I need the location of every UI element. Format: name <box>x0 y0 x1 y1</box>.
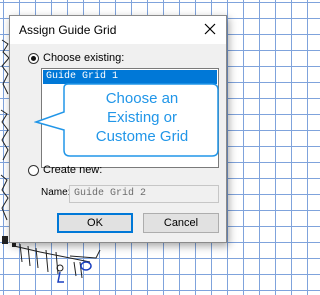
callout-line-1: Choose an <box>105 90 179 107</box>
callout-line-3: Custome Grid <box>95 128 189 145</box>
close-icon[interactable] <box>202 21 218 37</box>
callout-line-2: Existing or <box>106 109 178 126</box>
choose-existing-label: Choose existing: <box>43 52 125 64</box>
ok-button[interactable]: OK <box>57 213 133 233</box>
create-new-label: Create new: <box>43 164 103 176</box>
callout-text: Choose an Existing or Custome Grid <box>62 89 222 146</box>
create-new-radio[interactable] <box>28 165 39 176</box>
cancel-button[interactable]: Cancel <box>143 213 219 233</box>
name-field: Guide Grid 2 <box>69 185 219 203</box>
title-bar: Assign Guide Grid <box>10 16 226 44</box>
name-label: Name: <box>41 187 71 198</box>
choose-existing-radio[interactable] <box>28 53 39 64</box>
dialog-title: Assign Guide Grid <box>19 23 117 37</box>
